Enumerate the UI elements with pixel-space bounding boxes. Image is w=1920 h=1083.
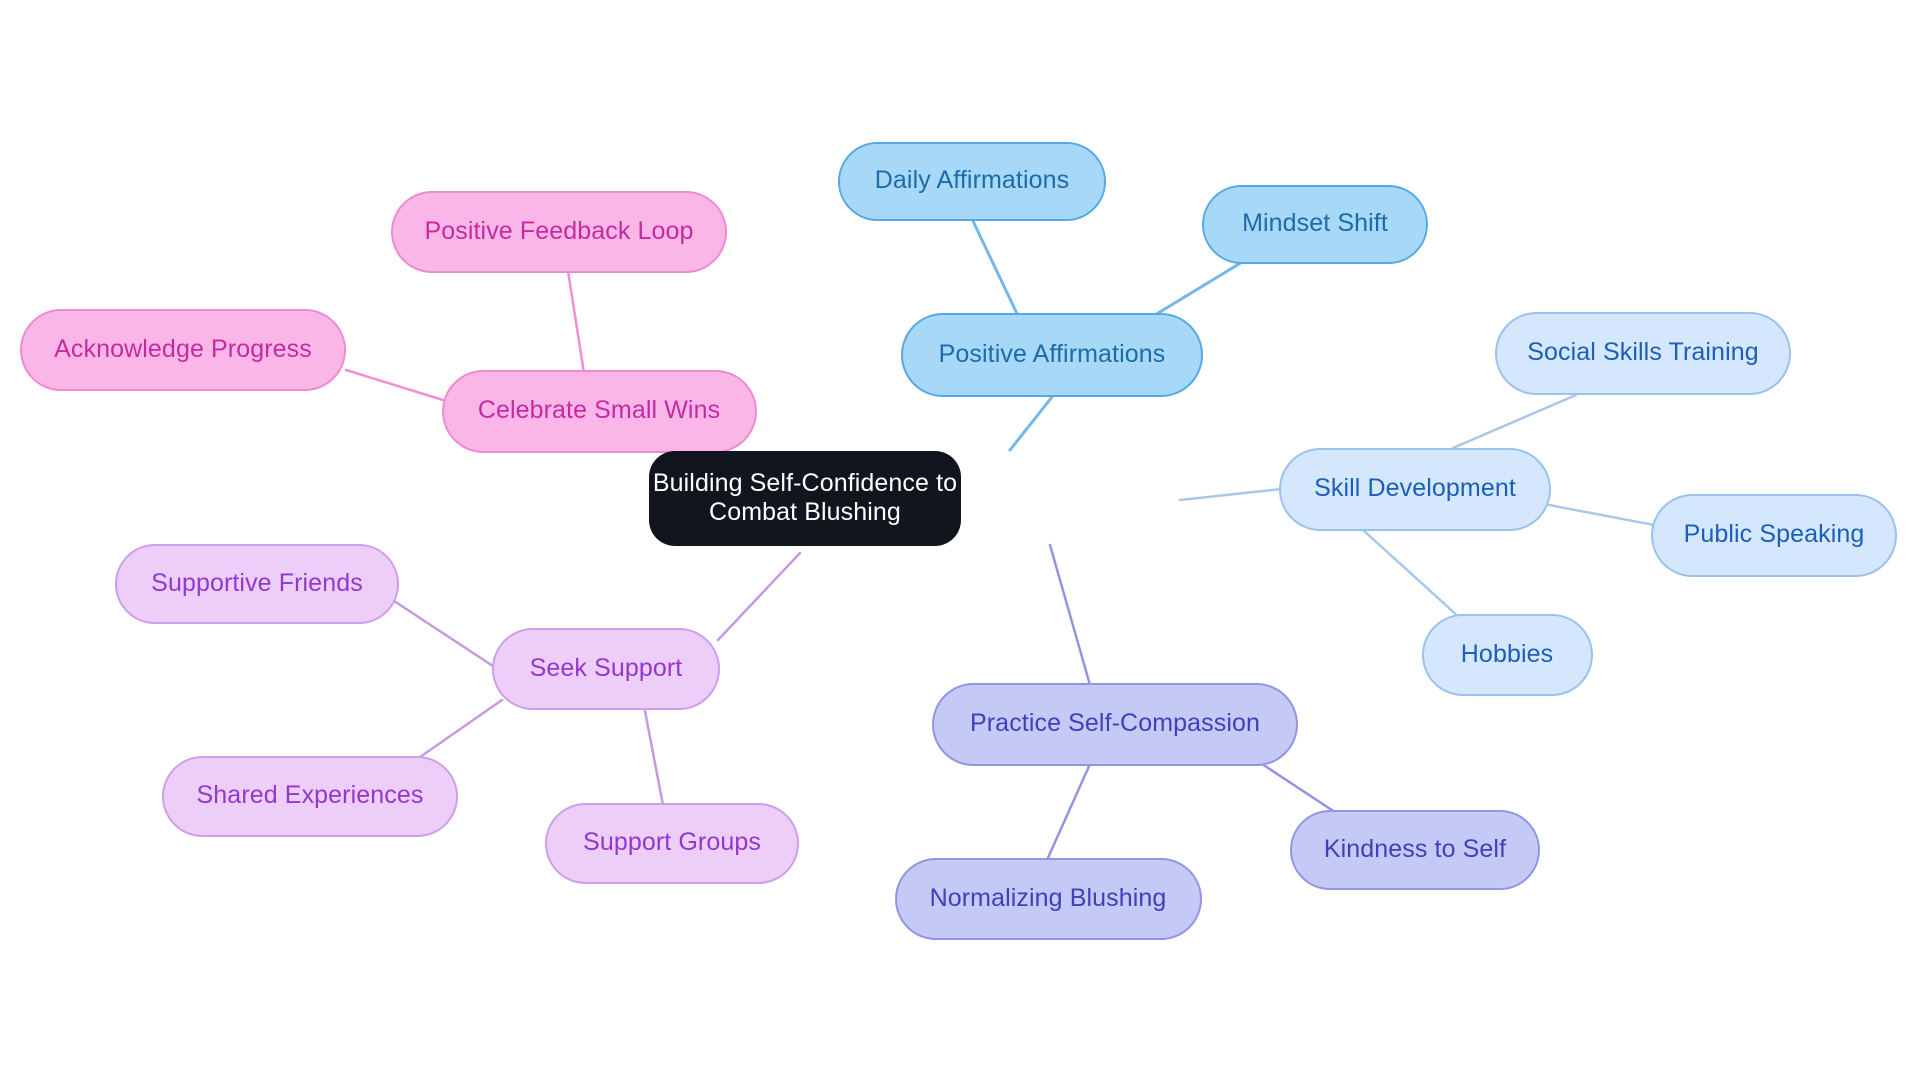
connector-skill-development-to-public-speaking xyxy=(1547,503,1656,527)
mindmap-node-positive-feedback-loop[interactable]: Positive Feedback Loop xyxy=(391,191,727,273)
mindmap-node-daily-affirmations[interactable]: Daily Affirmations xyxy=(838,141,1106,221)
connector-seek-support-to-supportive-friends xyxy=(383,593,504,674)
mindmap-node-mindset-shift[interactable]: Mindset Shift xyxy=(1202,184,1428,264)
mindmap-node-seek-support[interactable]: Seek Support xyxy=(492,628,720,710)
connector-seek-support-to-support-groups xyxy=(643,709,665,807)
connector-seek-support-to-shared-experiences xyxy=(418,698,504,759)
mindmap-node-support-groups[interactable]: Support Groups xyxy=(545,802,799,884)
mindmap-node-positive-affirmations[interactable]: Positive Affirmations xyxy=(901,313,1203,397)
connector-practice-self-compassion-to-normalizing-blushing xyxy=(1045,762,1092,862)
mindmap-node-skill-development[interactable]: Skill Development xyxy=(1279,447,1551,531)
mindmap-node-root[interactable]: Building Self-Confidence to Combat Blush… xyxy=(649,450,961,546)
connector-skill-development-to-hobbies xyxy=(1361,528,1462,620)
connector-root-to-positive-affirmations xyxy=(1008,395,1054,452)
mindmap-node-public-speaking[interactable]: Public Speaking xyxy=(1651,493,1897,577)
mindmap-node-hobbies[interactable]: Hobbies xyxy=(1421,614,1593,696)
mindmap-node-shared-experiences[interactable]: Shared Experiences xyxy=(162,755,458,837)
connector-celebrate-small-wins-to-positive-feedback-loop xyxy=(566,269,586,375)
connector-root-to-skill-development xyxy=(1178,487,1283,502)
connector-root-to-practice-self-compassion xyxy=(1048,543,1092,687)
mindmap-node-celebrate-small-wins[interactable]: Celebrate Small Wins xyxy=(441,369,757,453)
mindmap-node-kindness-to-self[interactable]: Kindness to Self xyxy=(1290,810,1540,890)
connector-positive-affirmations-to-daily-affirmations xyxy=(971,219,1022,322)
mindmap-node-normalizing-blushing[interactable]: Normalizing Blushing xyxy=(894,858,1202,940)
mindmap-node-practice-self-compassion[interactable]: Practice Self-Compassion xyxy=(932,682,1298,766)
mindmap-canvas: Building Self-Confidence to Combat Blush… xyxy=(0,0,1920,1083)
connector-skill-development-to-social-skills-training xyxy=(1451,393,1578,450)
connector-celebrate-small-wins-to-acknowledge-progress xyxy=(344,368,445,402)
mindmap-node-supportive-friends[interactable]: Supportive Friends xyxy=(115,544,399,624)
mindmap-node-acknowledge-progress[interactable]: Acknowledge Progress xyxy=(20,309,346,391)
mindmap-node-social-skills-training[interactable]: Social Skills Training xyxy=(1495,311,1791,395)
connector-root-to-seek-support xyxy=(716,551,802,642)
